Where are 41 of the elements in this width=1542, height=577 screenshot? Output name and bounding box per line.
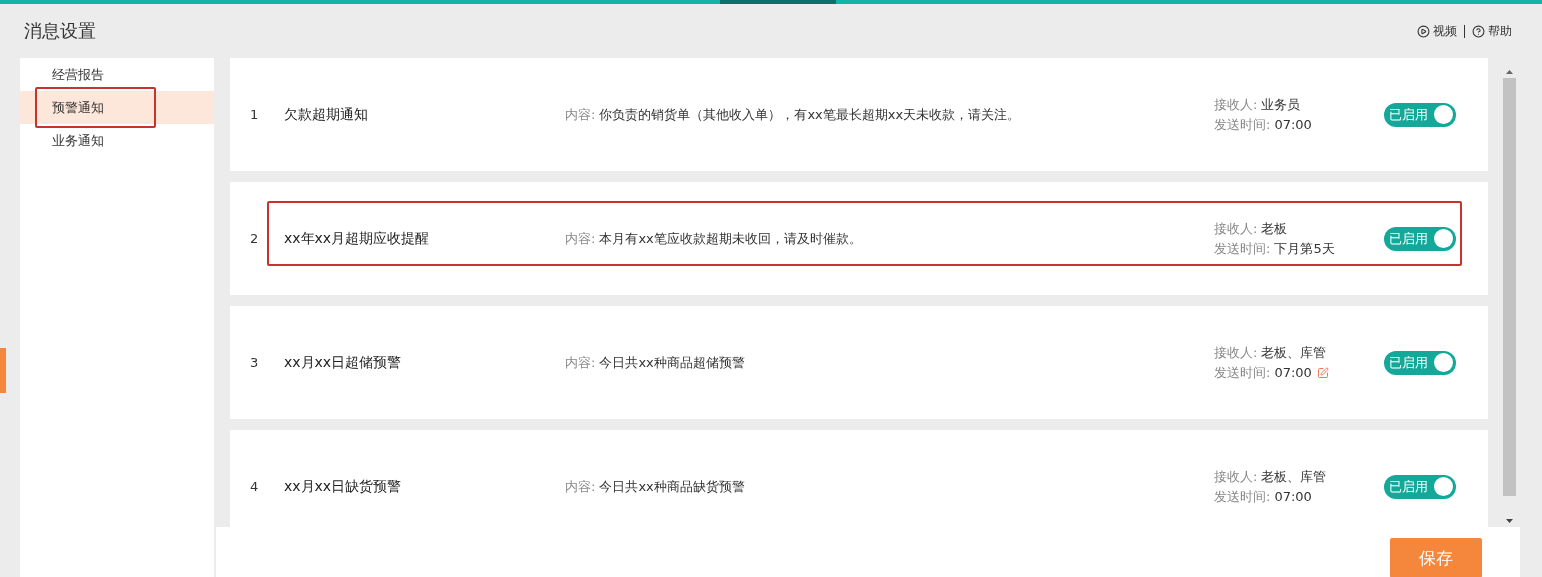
play-icon — [1417, 24, 1430, 38]
row-number: 3 — [250, 355, 260, 370]
recipient-value: 业务员 — [1261, 95, 1301, 114]
recipient-value: 老板、库管 — [1261, 343, 1327, 362]
notification-title: xx年xx月超期应收提醒 — [284, 229, 431, 248]
time-label: 发送时间: — [1214, 239, 1271, 258]
time-value: 07:00 — [1274, 489, 1312, 504]
content-text: 今日共xx种商品缺货预警 — [599, 478, 745, 494]
recipient-value: 老板 — [1261, 219, 1288, 238]
content-label: 内容: — [565, 106, 596, 122]
video-link[interactable]: 视频 — [1417, 22, 1457, 40]
recipient-label: 接收人: — [1214, 219, 1258, 238]
notification-title: xx月xx日缺货预警 — [284, 477, 403, 496]
row-number: 2 — [250, 231, 260, 246]
sidebar-item[interactable]: 业务通知 — [20, 124, 214, 157]
time-label: 发送时间: — [1214, 363, 1271, 382]
content-text: 今日共xx种商品超储预警 — [599, 354, 745, 370]
recipient-label: 接收人: — [1214, 95, 1258, 114]
time-label: 发送时间: — [1214, 115, 1271, 134]
sidebar-item[interactable]: 经营报告 — [20, 58, 214, 91]
notification-title: 欠款超期通知 — [284, 105, 369, 124]
content-text: 你负责的销货单（其他收入单），有xx笔最长超期xx天未收款，请关注。 — [599, 106, 1021, 122]
content-text: 本月有xx笔应收款超期未收回，请及时催款。 — [599, 230, 862, 246]
time-value: 07:00 — [1274, 117, 1312, 132]
content-label: 内容: — [565, 478, 596, 494]
side-tab[interactable] — [0, 348, 6, 393]
time-value: 下月第5天 — [1274, 239, 1335, 258]
time-value: 07:00 — [1274, 365, 1312, 380]
row-number: 1 — [250, 107, 260, 122]
time-label: 发送时间: — [1214, 487, 1271, 506]
recipient-label: 接收人: — [1214, 467, 1258, 486]
help-link[interactable]: 帮助 — [1472, 22, 1512, 40]
row-number: 4 — [250, 479, 260, 494]
edit-icon[interactable] — [1316, 366, 1329, 379]
help-icon — [1472, 24, 1485, 38]
recipient-label: 接收人: — [1214, 343, 1258, 362]
content-label: 内容: — [565, 354, 596, 370]
notification-title: xx月xx日超储预警 — [284, 353, 403, 372]
page-title: 消息设置 — [24, 19, 96, 43]
recipient-value: 老板、库管 — [1261, 467, 1327, 486]
content-label: 内容: — [565, 230, 596, 246]
